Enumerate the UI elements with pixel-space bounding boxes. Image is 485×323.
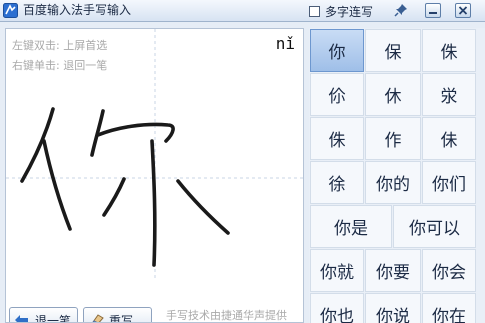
candidate-item[interactable]: 佅 [422,117,476,160]
candidate-item[interactable]: 你的 [365,161,421,204]
title-bar[interactable]: 百度输入法手写输入 多字连写 [0,0,485,22]
candidate-item[interactable]: 你会 [422,249,476,292]
candidate-item[interactable]: 你是 [310,205,392,248]
stroke-4 [96,122,175,143]
candidate-item[interactable]: 你 [310,29,364,72]
credit-text: 手写技术由捷通华声提供 [166,309,287,322]
multi-char-toggle[interactable]: 多字连写 [309,3,373,19]
candidate-item[interactable]: 你就 [310,249,364,292]
stroke-7 [176,179,230,235]
candidate-item[interactable]: 徐 [310,161,364,204]
multi-char-label: 多字连写 [325,4,374,19]
candidate-item[interactable]: 侏 [422,29,476,72]
candidate-item[interactable]: 你要 [365,249,421,292]
close-button[interactable] [455,3,471,18]
minimize-button[interactable] [425,3,441,18]
candidate-item[interactable]: 作 [365,117,421,160]
candidate-item[interactable]: 你说 [365,293,421,323]
minimize-icon [429,12,437,14]
candidate-panel: 你 保 侏 伱 休 泶 侏 作 佅 徐 你的 你们 你是 你可以 你就 你要 你… [309,28,485,323]
candidate-item[interactable]: 侏 [310,117,364,160]
close-icon [458,6,468,15]
candidate-item[interactable]: 你也 [310,293,364,323]
stroke-1 [20,107,55,183]
rewrite-label: 重写 [109,313,134,323]
handwritten-strokes [20,107,230,267]
rewrite-button[interactable]: 重写 [83,307,152,323]
window-title: 百度输入法手写输入 [23,3,132,17]
stroke-2 [42,139,72,231]
eraser-icon [92,314,104,322]
handwriting-canvas[interactable]: 左键双击: 上屏首选 右键单击: 退回一笔 nǐ 退一笔 重写 [5,28,304,323]
candidate-item[interactable]: 保 [365,29,421,72]
handwriting-window: 百度输入法手写输入 多字连写 左键双击: 上屏首选 右键单击: 退回一笔 nǐ [0,0,485,323]
candidate-item[interactable]: 你们 [422,161,476,204]
stroke-5 [150,139,157,267]
candidate-item[interactable]: 你在 [422,293,476,323]
candidate-item[interactable]: 伱 [310,73,364,116]
undo-stroke-label: 退一笔 [35,313,72,323]
multi-char-checkbox[interactable] [309,5,320,17]
candidate-item[interactable]: 休 [365,73,421,116]
stroke-6 [102,177,126,217]
undo-stroke-button[interactable]: 退一笔 [9,307,78,323]
candidate-item[interactable]: 你可以 [393,205,476,248]
undo-arrow-icon [15,315,28,322]
candidate-item[interactable]: 泶 [422,73,476,116]
app-icon [3,3,18,18]
pin-icon[interactable] [394,3,408,17]
